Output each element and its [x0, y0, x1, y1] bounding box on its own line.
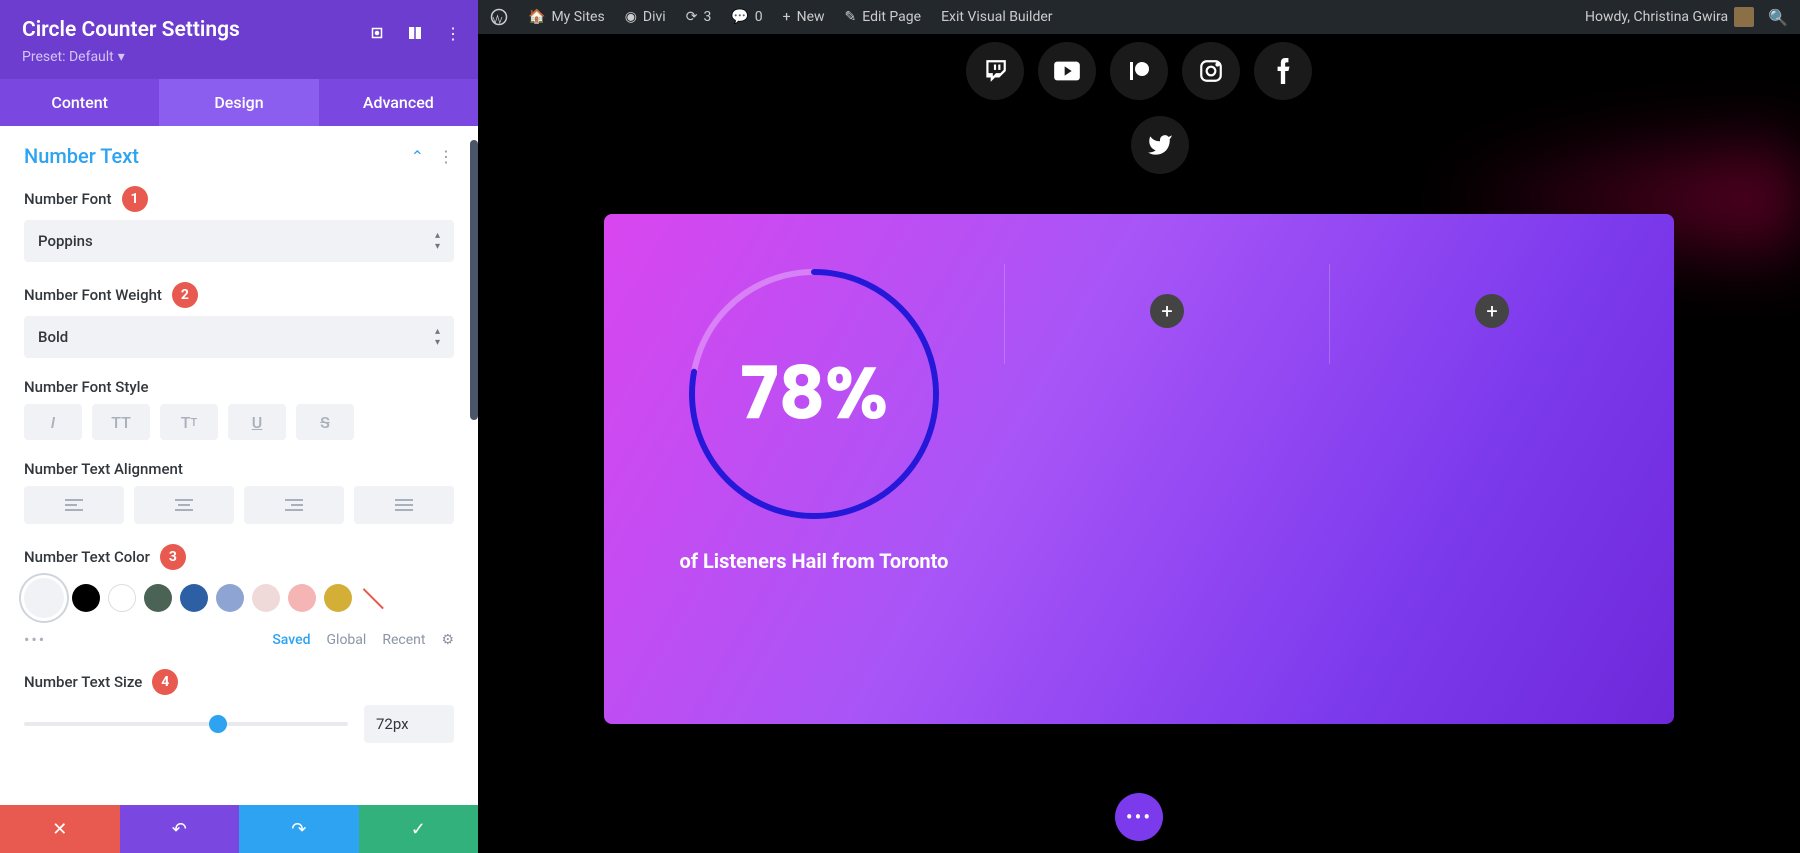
settings-panel: Circle Counter Settings Preset: Default▾…: [0, 0, 478, 853]
updates-link[interactable]: ⟳3: [686, 9, 712, 25]
number-text-color-label: Number Text Color: [24, 548, 150, 566]
align-right-button[interactable]: [244, 486, 344, 524]
field-number-text-alignment: Number Text Alignment: [24, 460, 454, 524]
section-title: Number Text: [24, 144, 139, 168]
align-justify-button[interactable]: [354, 486, 454, 524]
color-more-icon[interactable]: •••: [24, 630, 46, 649]
wp-logo-icon[interactable]: [490, 8, 508, 26]
tab-design[interactable]: Design: [159, 79, 318, 126]
italic-button[interactable]: I: [24, 404, 82, 440]
color-swatch[interactable]: [252, 584, 280, 612]
color-swatch[interactable]: [72, 584, 100, 612]
color-swatch[interactable]: [180, 584, 208, 612]
undo-button[interactable]: ↶: [120, 805, 240, 853]
gradient-section: 78% of Listeners Hail from Toronto + +: [604, 214, 1674, 724]
avatar: [1734, 7, 1754, 27]
tab-content[interactable]: Content: [0, 79, 159, 126]
preset-selector[interactable]: Preset: Default▾: [22, 49, 125, 65]
color-swatch[interactable]: [324, 584, 352, 612]
my-sites-link[interactable]: 🏠My Sites: [528, 9, 605, 25]
instagram-icon[interactable]: [1182, 42, 1240, 100]
patreon-icon[interactable]: [1110, 42, 1168, 100]
comments-link[interactable]: 💬0: [731, 9, 762, 25]
align-center-button[interactable]: [134, 486, 234, 524]
circle-caption: of Listeners Hail from Toronto: [644, 548, 984, 574]
color-tab-saved[interactable]: Saved: [272, 632, 310, 648]
text-size-input[interactable]: [364, 705, 454, 743]
social-bar: [478, 34, 1800, 116]
annotation-3: 3: [160, 544, 186, 570]
divider: [1329, 264, 1330, 364]
number-text-size-label: Number Text Size: [24, 673, 142, 691]
panel-body: Number Text ⌃ ⋮ Number Font 1 Poppins ▴▾…: [0, 126, 478, 805]
underline-button[interactable]: U: [228, 404, 286, 440]
new-link[interactable]: +New: [783, 9, 825, 25]
twitter-icon[interactable]: [1131, 116, 1189, 174]
strikethrough-button[interactable]: S: [296, 404, 354, 440]
slider-thumb[interactable]: [209, 715, 227, 733]
scrollbar[interactable]: [470, 140, 478, 420]
wp-admin-bar: 🏠My Sites ◉Divi ⟳3 💬0 +New ✎Edit Page Ex…: [478, 0, 1800, 34]
annotation-4: 4: [152, 669, 178, 695]
number-text-alignment-label: Number Text Alignment: [24, 460, 454, 478]
tab-advanced[interactable]: Advanced: [319, 79, 478, 126]
edit-page-link[interactable]: ✎Edit Page: [845, 9, 922, 25]
field-number-font: Number Font 1 Poppins ▴▾: [24, 186, 454, 262]
more-icon[interactable]: ⋮: [444, 24, 462, 42]
color-swatch[interactable]: [144, 584, 172, 612]
color-settings-icon[interactable]: ⚙: [441, 632, 454, 648]
align-left-button[interactable]: [24, 486, 124, 524]
color-swatch[interactable]: [216, 584, 244, 612]
columns-icon[interactable]: [406, 24, 424, 42]
facebook-icon[interactable]: [1254, 42, 1312, 100]
chevron-up-icon[interactable]: ⌃: [411, 147, 424, 166]
uppercase-button[interactable]: TT: [92, 404, 150, 440]
youtube-icon[interactable]: [1038, 42, 1096, 100]
exit-builder-link[interactable]: Exit Visual Builder: [941, 9, 1052, 25]
color-swatch[interactable]: [24, 578, 64, 618]
color-tab-global[interactable]: Global: [327, 632, 367, 648]
color-tab-recent[interactable]: Recent: [382, 632, 425, 648]
text-size-slider[interactable]: [24, 722, 348, 726]
smallcaps-button[interactable]: TT: [160, 404, 218, 440]
annotation-1: 1: [122, 186, 148, 212]
preview-area: 78% of Listeners Hail from Toronto + + •…: [478, 34, 1800, 853]
color-swatch[interactable]: [360, 584, 388, 612]
number-font-style-label: Number Font Style: [24, 378, 454, 396]
save-button[interactable]: ✓: [359, 805, 479, 853]
builder-fab[interactable]: •••: [1115, 793, 1163, 841]
color-swatch[interactable]: [108, 584, 136, 612]
annotation-2: 2: [172, 282, 198, 308]
field-number-font-weight: Number Font Weight 2 Bold ▴▾: [24, 282, 454, 358]
divi-link[interactable]: ◉Divi: [625, 9, 666, 25]
twitch-icon[interactable]: [966, 42, 1024, 100]
circle-counter: 78%: [684, 264, 944, 524]
color-swatches: [24, 578, 454, 618]
field-number-text-color: Number Text Color 3 ••• Saved Global Rec…: [24, 544, 454, 649]
search-icon[interactable]: 🔍: [1768, 8, 1788, 27]
field-number-font-style: Number Font Style I TT TT U S: [24, 378, 454, 440]
add-module-button[interactable]: +: [1475, 294, 1509, 328]
user-greeting[interactable]: Howdy, Christina Gwira: [1585, 7, 1754, 27]
number-font-weight-label: Number Font Weight: [24, 286, 162, 304]
circle-counter-module[interactable]: 78% of Listeners Hail from Toronto: [644, 264, 984, 674]
color-swatch[interactable]: [288, 584, 316, 612]
number-font-weight-select[interactable]: Bold: [24, 316, 454, 358]
field-number-text-size: Number Text Size 4: [24, 669, 454, 743]
number-font-label: Number Font: [24, 190, 112, 208]
number-font-select[interactable]: Poppins: [24, 220, 454, 262]
section-header: Number Text ⌃ ⋮: [24, 144, 454, 168]
panel-footer: ✕ ↶ ↷ ✓: [0, 805, 478, 853]
redo-button[interactable]: ↷: [239, 805, 359, 853]
close-button[interactable]: ✕: [0, 805, 120, 853]
tabs: Content Design Advanced: [0, 79, 478, 126]
section-more-icon[interactable]: ⋮: [438, 147, 454, 166]
expand-icon[interactable]: [368, 24, 386, 42]
panel-header: Circle Counter Settings Preset: Default▾…: [0, 0, 478, 79]
circle-value: 78%: [740, 340, 888, 448]
add-module-button[interactable]: +: [1150, 294, 1184, 328]
header-icons: ⋮: [368, 24, 462, 42]
divider: [1004, 264, 1005, 364]
